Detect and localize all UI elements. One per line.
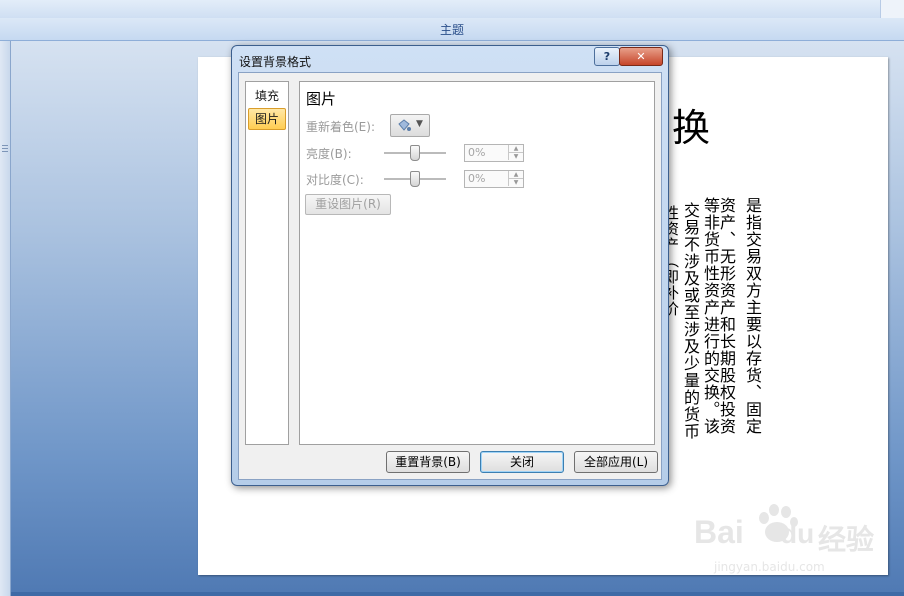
brightness-label: 亮度(B):: [306, 147, 352, 161]
slide-body-column-4: 交易不涉及或至涉及少量的货币: [681, 202, 700, 440]
picture-settings-panel: 图片 重新着色(E): ▼ 亮度(B): 0% ▲ ▼ 对比度(C): 0% ▲…: [299, 81, 655, 445]
slide-body-column-1: 是指交易双方主要以存货、固定: [743, 197, 762, 435]
contrast-spinner[interactable]: 0% ▲ ▼: [464, 170, 524, 188]
slide-body-column-3: 等非货币性资产进行的交换。该: [701, 197, 720, 435]
nav-item-picture[interactable]: 图片: [248, 108, 286, 130]
close-icon: ✕: [636, 50, 646, 63]
close-window-button[interactable]: ✕: [619, 47, 663, 66]
category-nav-list: 填充 图片: [245, 81, 289, 445]
pane-grip-tick: [2, 148, 8, 149]
brightness-slider[interactable]: [384, 144, 446, 161]
slider-thumb[interactable]: [410, 145, 420, 161]
brightness-value: 0%: [468, 146, 486, 159]
pane-grip-tick: [2, 151, 8, 152]
ribbon-group-label: 主题: [439, 23, 464, 37]
help-icon: ?: [603, 50, 611, 63]
spin-up-icon[interactable]: ▲: [508, 145, 523, 153]
contrast-slider[interactable]: [384, 170, 446, 187]
spin-up-icon[interactable]: ▲: [508, 171, 523, 179]
panel-heading: 图片: [306, 90, 337, 108]
apply-to-all-button[interactable]: 全部应用(L): [574, 451, 658, 473]
nav-item-fill[interactable]: 填充: [248, 86, 286, 106]
dialog-body: 填充 图片 图片 重新着色(E): ▼ 亮度(B): 0% ▲ ▼ 对比度(C)…: [238, 72, 662, 480]
ribbon-top-strip: [0, 0, 904, 19]
recolor-label: 重新着色(E):: [306, 120, 375, 134]
reset-background-button[interactable]: 重置背景(B): [386, 451, 470, 473]
dialog-title: 设置背景格式: [239, 55, 312, 69]
slide-title-text: 换: [672, 106, 711, 150]
workspace-bottom-bar: [11, 592, 904, 596]
contrast-value: 0%: [468, 172, 486, 185]
paint-bucket-icon: [396, 119, 412, 136]
close-button[interactable]: 关闭: [480, 451, 564, 473]
contrast-label: 对比度(C):: [306, 173, 364, 187]
recolor-dropdown-button[interactable]: ▼: [390, 114, 430, 137]
spin-down-icon[interactable]: ▼: [508, 179, 523, 186]
dropdown-arrow-icon: ▼: [416, 119, 423, 129]
pane-grip-tick: [2, 145, 8, 146]
ribbon-corner: [880, 0, 904, 18]
spin-down-icon[interactable]: ▼: [508, 153, 523, 160]
ribbon-group-bar: 主题: [0, 18, 904, 41]
format-background-dialog: 设置背景格式 ? ✕ 填充 图片 图片 重新着色(E): ▼ 亮度(B): 0%…: [231, 45, 669, 486]
slide-thumbnail-pane-edge[interactable]: [0, 41, 11, 596]
reset-picture-button[interactable]: 重设图片(R): [305, 194, 391, 215]
help-button[interactable]: ?: [594, 47, 620, 66]
slider-thumb[interactable]: [410, 171, 420, 187]
brightness-spinner[interactable]: 0% ▲ ▼: [464, 144, 524, 162]
